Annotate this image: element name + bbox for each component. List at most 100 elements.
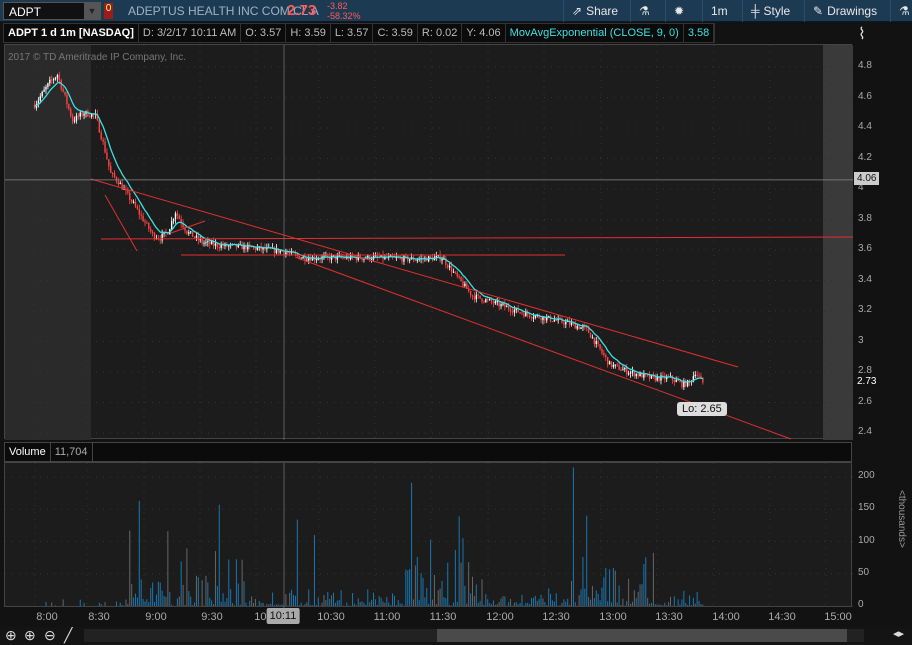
- candle-body: [287, 252, 289, 254]
- volume-bar: [626, 600, 628, 606]
- studies-button[interactable]: ⚗: [630, 0, 658, 22]
- volume-bar: [696, 591, 698, 606]
- volume-bar: [683, 590, 685, 606]
- time-axis[interactable]: 8:008:309:009:3010:0010:3011:0011:3012:0…: [0, 607, 912, 627]
- volume-bar: [685, 602, 687, 606]
- candle-body: [490, 299, 493, 302]
- volume-bar: [534, 595, 536, 606]
- style-button[interactable]: ╪ Style: [742, 0, 798, 22]
- candle-body: [191, 231, 194, 237]
- volume-bar: [148, 602, 150, 606]
- volume-bar: [361, 601, 363, 606]
- candle-body: [530, 317, 533, 319]
- volume-bar: [447, 562, 449, 606]
- volume-bar: [618, 585, 620, 606]
- volume-bar: [666, 605, 668, 606]
- candle-body: [441, 258, 443, 261]
- volume-bar: [428, 603, 430, 606]
- chevron-down-icon[interactable]: ▼: [84, 3, 100, 19]
- study-label[interactable]: MovAvgExponential (CLOSE, 9, 0): [506, 24, 684, 42]
- volume-bar: [614, 570, 616, 606]
- volume-bar: [462, 538, 464, 606]
- share-button[interactable]: ⇗ Share: [563, 0, 626, 22]
- volume-bar: [140, 579, 142, 606]
- candle-body: [509, 309, 512, 312]
- time-label: 8:30: [88, 611, 110, 623]
- volume-bar: [306, 602, 308, 606]
- candle-body: [629, 372, 632, 374]
- volume-bar: [567, 598, 569, 606]
- zoom-in-icon[interactable]: ⊕: [24, 627, 36, 644]
- candle-body: [39, 96, 41, 101]
- candle-body: [90, 113, 93, 117]
- candle-body: [496, 301, 498, 303]
- candle-body: [650, 375, 653, 379]
- volume-bar: [616, 602, 618, 606]
- candle-body: [471, 295, 474, 297]
- flask-button[interactable]: ⚗: [890, 0, 912, 22]
- timeframe-button[interactable]: 1m: [702, 0, 736, 22]
- pencil-icon: ✎: [813, 4, 824, 18]
- study-value: 3.58: [684, 24, 715, 42]
- candle-body: [483, 301, 485, 303]
- alert-flag[interactable]: 0: [104, 3, 113, 19]
- symbol-input[interactable]: ADPT ▼: [3, 2, 101, 20]
- crosshair-icon[interactable]: ⊕: [5, 627, 17, 644]
- drawings-button[interactable]: ✎ Drawings: [804, 0, 885, 22]
- candle-body: [144, 221, 146, 223]
- volume-bar: [662, 605, 664, 606]
- volume-bar: [131, 584, 133, 606]
- price-axis[interactable]: 4.8 4.6 4.4 4.2 4 3.8 3.6 3.4 3.2 3 2.8 2.6 2.4 4.06 2…: [852, 44, 912, 439]
- trend-line: [90, 178, 739, 368]
- volume-chart[interactable]: [4, 462, 853, 608]
- candle-body: [209, 241, 211, 245]
- zoom-out-icon[interactable]: ⊖: [44, 627, 56, 644]
- volume-bar: [327, 591, 329, 606]
- horizontal-scrollbar[interactable]: [84, 629, 864, 642]
- candle-body: [696, 374, 698, 376]
- volume-bar: [363, 602, 365, 606]
- volume-bar: [100, 603, 102, 606]
- prev-close-marker: 4.06: [854, 171, 880, 185]
- volume-bar: [289, 592, 291, 606]
- candle-body: [694, 374, 696, 377]
- settings-button[interactable]: ✹: [665, 0, 692, 22]
- volume-bar: [300, 602, 302, 606]
- candle-body: [475, 294, 478, 300]
- candle-body: [460, 276, 462, 282]
- volume-bar: [374, 599, 376, 606]
- scale-toggle-icon[interactable]: ⌇: [858, 24, 866, 44]
- draw-line-icon[interactable]: ╱: [64, 627, 72, 644]
- candle-body: [117, 181, 120, 185]
- candle-body: [66, 95, 68, 105]
- volume-bar: [386, 596, 388, 606]
- volume-bar: [670, 596, 672, 606]
- volume-bar: [656, 604, 658, 606]
- volume-bar: [184, 605, 186, 606]
- afterhours-shade: [823, 45, 853, 440]
- candle-body: [98, 120, 101, 133]
- scrollbar-thumb[interactable]: [437, 629, 847, 642]
- volume-bar: [692, 597, 694, 606]
- candle-body: [49, 79, 51, 84]
- volume-bar: [649, 603, 651, 606]
- volume-bar: [540, 594, 542, 606]
- price-chart[interactable]: [4, 44, 853, 440]
- candle-body: [361, 258, 363, 260]
- candle-body: [279, 250, 281, 253]
- candle-body: [151, 231, 154, 234]
- candle-body: [285, 252, 287, 255]
- volume-bar: [698, 600, 700, 606]
- volume-bar: [329, 599, 331, 606]
- bar-open: O: 3.57: [241, 24, 287, 42]
- candle-body: [624, 367, 626, 370]
- price-label: 2.6: [858, 395, 872, 407]
- candle-body: [435, 255, 438, 258]
- candle-body: [104, 141, 106, 153]
- expand-icon[interactable]: ◂▸: [893, 627, 904, 640]
- last-price-marker: 2.73: [854, 374, 880, 388]
- candle-body: [75, 115, 78, 121]
- candle-body: [525, 312, 527, 317]
- candle-body: [578, 326, 580, 329]
- volume-bar: [479, 600, 481, 606]
